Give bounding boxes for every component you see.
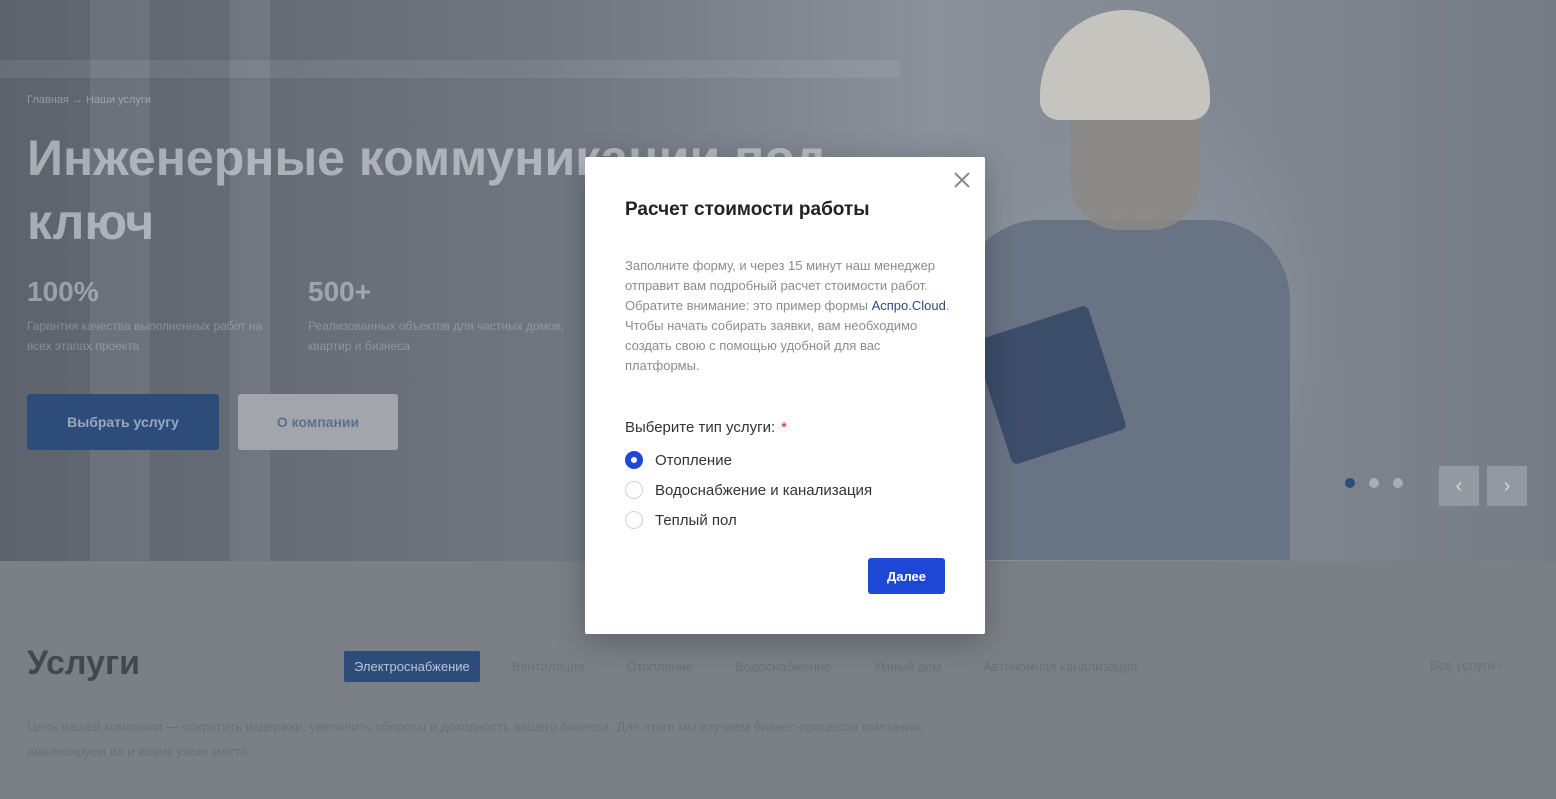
stat-block: 100% Гарантия качества выполненных работ… [27,276,287,356]
radio-button[interactable] [625,451,643,469]
breadcrumb[interactable]: Главная → Наши услуги [27,94,151,106]
aspro-cloud-link[interactable]: Аспро.Cloud [872,298,946,313]
radio-button[interactable] [625,481,643,499]
cost-calculation-modal: Расчет стоимости работы Заполните форму,… [585,157,985,634]
close-button[interactable] [951,169,973,191]
chevron-right-icon: › [1503,474,1511,497]
services-description: Цель нашей компании — сократить издержки… [27,719,924,759]
worker-helmet-image [1040,10,1210,120]
slider-pagination [1345,478,1403,488]
radio-label: Теплый пол [655,511,737,529]
slider-prev-button[interactable]: ‹ [1439,466,1479,506]
radio-label: Отопление [655,451,732,469]
services-title: Услуги [27,644,141,682]
radio-option-underfloor-heating[interactable]: Теплый пол [625,511,737,529]
modal-title: Расчет стоимости работы [625,199,870,220]
stat-description: Гарантия качества выполненных работ на в… [27,319,263,353]
services-tabs: Электроснабжение Вентиляция Отопление Во… [344,651,1147,682]
all-services-link[interactable]: Все услуги › [1430,658,1503,673]
service-type-label: Выберите тип услуги: * [625,419,787,436]
tab-water-supply[interactable]: Водоснабжение [725,651,841,682]
choose-service-button[interactable]: Выбрать услугу [27,394,219,450]
tab-heating[interactable]: Отопление [616,651,703,682]
radio-option-heating[interactable]: Отопление [625,451,732,469]
required-mark: * [781,419,787,436]
radio-button[interactable] [625,511,643,529]
service-type-label-text: Выберите тип услуги: [625,419,776,436]
tab-electricity[interactable]: Электроснабжение [344,651,480,682]
background-pipe [0,60,900,78]
radio-label: Водоснабжение и канализация [655,481,873,499]
slider-dot[interactable] [1345,478,1355,488]
slider-next-button[interactable]: › [1487,466,1527,506]
stat-description: Реализованных объектов для частных домов… [308,319,565,353]
stat-block: 500+ Реализованных объектов для частных … [308,276,568,356]
slider-dot[interactable] [1369,478,1379,488]
radio-option-water-sewage[interactable]: Водоснабжение и канализация [625,481,872,499]
slider-dot[interactable] [1393,478,1403,488]
tab-smart-home[interactable]: Умный дом [863,651,951,682]
next-button[interactable]: Далее [868,558,945,594]
tab-sewage[interactable]: Автономная канализация [973,651,1147,682]
tab-ventilation[interactable]: Вентиляция [502,651,595,682]
modal-description: Заполните форму, и через 15 минут наш ме… [625,256,950,376]
stat-number: 100% [27,276,99,307]
chevron-left-icon: ‹ [1455,474,1463,497]
close-icon [954,172,970,188]
stat-number: 500+ [308,276,372,307]
about-company-button[interactable]: О компании [238,394,398,450]
